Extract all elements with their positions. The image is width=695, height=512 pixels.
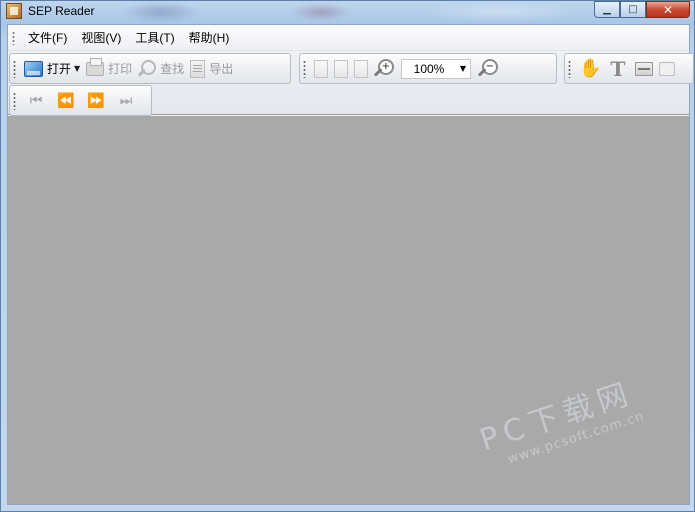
menu-file[interactable]: 文件(F) bbox=[21, 29, 74, 46]
zoom-out-icon: − bbox=[478, 58, 498, 79]
menu-bar: 文件(F) 视图(V) 工具(T) 帮助(H) bbox=[8, 25, 689, 51]
last-page-button[interactable]: ⏭ bbox=[111, 89, 141, 113]
find-label: 查找 bbox=[160, 62, 185, 76]
print-label: 打印 bbox=[108, 62, 133, 76]
first-page-button[interactable]: ⏮ bbox=[21, 89, 51, 113]
navigation-toolbar: ⏮ ⏪ ⏩ ⏭ bbox=[9, 85, 152, 116]
menu-view[interactable]: 视图(V) bbox=[74, 29, 128, 46]
note-icon bbox=[659, 61, 675, 76]
zoom-in-sign: + bbox=[381, 60, 390, 72]
chevron-down-icon[interactable]: ▼ bbox=[74, 64, 80, 73]
search-icon bbox=[138, 59, 157, 78]
open-folder-icon bbox=[24, 60, 43, 77]
title-bar[interactable]: SEP Reader ▁ □ ✕ bbox=[1, 1, 694, 23]
previous-page-icon: ⏪ bbox=[57, 92, 75, 109]
fit-width-icon bbox=[354, 59, 368, 78]
text-tool-button[interactable]: T bbox=[604, 57, 632, 81]
export-button[interactable]: 导出 bbox=[187, 57, 236, 81]
app-window: SEP Reader ▁ □ ✕ 文件(F) 视图(V) 工具(T) 帮助(H)… bbox=[0, 0, 695, 512]
window-controls: ▁ □ ✕ bbox=[594, 1, 690, 18]
select-tool-button[interactable] bbox=[632, 57, 656, 81]
fit-page-button[interactable] bbox=[331, 57, 351, 81]
single-page-icon bbox=[314, 59, 328, 78]
zoom-in-icon: + bbox=[374, 58, 394, 79]
note-tool-button[interactable] bbox=[656, 57, 678, 81]
view-toolbar: + 100% ▼ − bbox=[299, 53, 557, 84]
zoom-in-button[interactable]: + bbox=[371, 57, 397, 81]
toolbar-grip-icon[interactable] bbox=[13, 91, 16, 110]
title-bar-background bbox=[101, 1, 581, 23]
printer-icon bbox=[86, 57, 105, 76]
first-page-icon: ⏮ bbox=[29, 92, 43, 109]
select-area-icon bbox=[635, 61, 653, 76]
text-icon: T bbox=[610, 56, 626, 81]
open-button[interactable]: 打开 ▼ bbox=[21, 57, 83, 81]
toolbar-grip-icon[interactable] bbox=[13, 59, 16, 78]
export-icon bbox=[190, 59, 206, 78]
toolbar-grip-icon[interactable] bbox=[568, 59, 571, 78]
next-page-icon: ⏩ bbox=[87, 92, 105, 109]
menu-help[interactable]: 帮助(H) bbox=[182, 29, 237, 46]
app-icon[interactable] bbox=[6, 3, 22, 19]
hand-icon: ✋ bbox=[579, 57, 602, 79]
export-label: 导出 bbox=[209, 62, 234, 76]
single-page-button[interactable] bbox=[311, 57, 331, 81]
zoom-out-sign: − bbox=[485, 60, 494, 72]
fit-width-button[interactable] bbox=[351, 57, 371, 81]
menu-grip-icon[interactable] bbox=[12, 30, 15, 45]
maximize-button[interactable]: □ bbox=[620, 1, 646, 18]
tools-toolbar: ✋ T bbox=[564, 53, 694, 84]
previous-page-button[interactable]: ⏪ bbox=[51, 89, 81, 113]
fit-page-icon bbox=[334, 59, 348, 78]
print-button[interactable]: 打印 bbox=[83, 57, 135, 81]
zoom-select[interactable]: 100% ▼ bbox=[401, 58, 471, 79]
close-button[interactable]: ✕ bbox=[646, 1, 690, 18]
minimize-button[interactable]: ▁ bbox=[594, 1, 620, 18]
zoom-out-button[interactable]: − bbox=[475, 57, 501, 81]
zoom-value[interactable]: 100% bbox=[402, 62, 456, 76]
window-title: SEP Reader bbox=[28, 4, 95, 18]
menu-tools[interactable]: 工具(T) bbox=[128, 29, 181, 46]
next-page-button[interactable]: ⏩ bbox=[81, 89, 111, 113]
toolbar-grip-icon[interactable] bbox=[303, 59, 306, 78]
main-toolbar: 打开 ▼ 打印 查找 导出 bbox=[9, 53, 291, 84]
hand-tool-button[interactable]: ✋ bbox=[576, 57, 604, 81]
chevron-down-icon[interactable]: ▼ bbox=[456, 60, 470, 78]
last-page-icon: ⏭ bbox=[119, 92, 133, 109]
find-button[interactable]: 查找 bbox=[135, 57, 187, 81]
open-label: 打开 bbox=[47, 62, 72, 76]
toolbar-area: 打开 ▼ 打印 查找 导出 + 100% ▼ − ✋ T ⏮ ⏪ ⏩ ⏭ bbox=[8, 52, 694, 116]
